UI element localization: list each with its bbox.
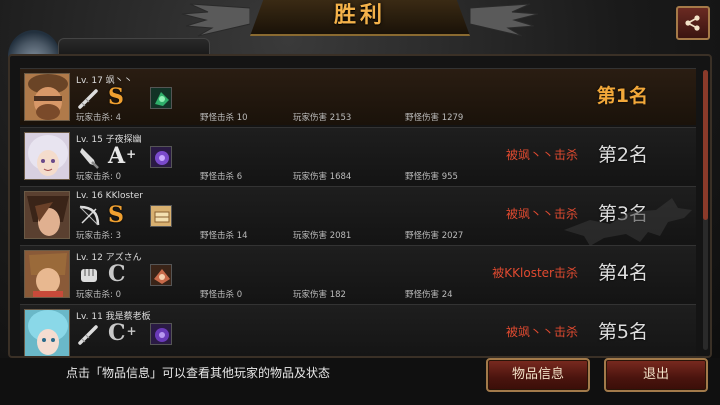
- grade-letter: A: [108, 143, 126, 169]
- exit-button[interactable]: 退出: [604, 358, 708, 392]
- footer-hint: 点击「物品信息」可以查看其他玩家的物品及状态: [66, 366, 331, 380]
- share-button[interactable]: [676, 6, 710, 40]
- performance-grade: C: [108, 260, 138, 288]
- monster-kills: 野怪击杀 6: [200, 172, 243, 182]
- performance-grade: S: [108, 83, 138, 111]
- player-damage: 玩家伤害 2153: [293, 113, 352, 123]
- rank-label: 第5名: [597, 321, 648, 343]
- grade-plus: +: [126, 147, 137, 161]
- club-icon: [78, 89, 98, 109]
- rank-label: 第2名: [597, 144, 648, 166]
- performance-grade: A+: [108, 142, 138, 170]
- monster-kills: 野怪击杀 14: [200, 231, 248, 241]
- player-kills: 玩家击杀: 0: [76, 172, 121, 182]
- victory-title: 胜利: [333, 3, 386, 28]
- grade-letter: S: [108, 84, 124, 110]
- right-wing-ornament: [470, 3, 539, 37]
- player-avatar: [24, 250, 70, 298]
- grade-plus: +: [126, 324, 137, 338]
- player-level-name: Lv. 16 KKloster: [76, 191, 143, 201]
- killed-by-text: 被飒丶丶击杀: [505, 148, 578, 162]
- player-kills: 玩家击杀: 0: [76, 290, 121, 300]
- performance-grade: S: [108, 201, 138, 229]
- grade-letter: C: [108, 261, 126, 287]
- monster-damage: 野怪伤害 1279: [405, 113, 464, 123]
- scrollbar-thumb[interactable]: [703, 70, 708, 220]
- player-avatar: [24, 73, 70, 121]
- player-avatar: [24, 191, 70, 239]
- player-kills: 玩家击杀: 4: [76, 113, 121, 123]
- player-damage: 玩家伤害 182: [293, 290, 346, 300]
- item-icon[interactable]: [150, 323, 172, 345]
- wolf-watermark: [564, 198, 692, 246]
- item-icon[interactable]: [150, 205, 172, 227]
- bow-icon: [79, 205, 100, 226]
- fist-icon: [81, 269, 97, 282]
- grade-letter: S: [108, 202, 124, 228]
- left-wing-ornament: [181, 3, 250, 37]
- monster-damage: 野怪伤害 2027: [405, 231, 464, 241]
- monster-damage: 野怪伤害 24: [405, 290, 453, 300]
- monster-damage: 野怪伤害 955: [405, 172, 458, 182]
- player-avatar: [24, 309, 70, 356]
- rank-label: 第1名: [596, 85, 648, 107]
- item-icon[interactable]: [150, 87, 172, 109]
- rank-label: 第4名: [597, 262, 648, 284]
- results-panel: Lv. 17 飒丶丶 S 玩家击杀: 4 野怪击杀 10 玩家伤害 2153 野…: [8, 54, 712, 358]
- scrollbar[interactable]: [703, 70, 708, 350]
- share-icon: [685, 15, 700, 31]
- item-icon[interactable]: [150, 146, 172, 168]
- item-icon[interactable]: [150, 264, 172, 286]
- knife-icon: [80, 148, 99, 169]
- player-row-4[interactable]: Lv. 12 アズさん C 玩家击杀: 0 野怪击杀 0 玩家伤害 182 野怪…: [20, 245, 696, 302]
- killed-by-text: 被KKloster击杀: [492, 266, 578, 280]
- player-damage: 玩家伤害 2081: [293, 231, 352, 241]
- killed-by-text: 被飒丶丶击杀: [505, 325, 578, 339]
- player-row-2[interactable]: Lv. 15 子夜探幽 A+ 玩家击杀: 0 野怪击杀 6 玩家伤害 1684 …: [20, 127, 696, 184]
- player-damage: 玩家伤害 1684: [293, 172, 352, 182]
- performance-grade: C+: [108, 319, 138, 347]
- monster-kills: 野怪击杀 0: [200, 290, 243, 300]
- item-info-button[interactable]: 物品信息: [486, 358, 590, 392]
- monster-kills: 野怪击杀 10: [200, 113, 248, 123]
- player-kills: 玩家击杀: 3: [76, 231, 121, 241]
- club-icon: [78, 325, 98, 345]
- player-row-5[interactable]: Lv. 11 我是蔡老板 C+ 被飒丶丶击杀 第5名: [20, 304, 696, 356]
- grade-letter: C: [108, 320, 126, 346]
- player-row-1[interactable]: Lv. 17 飒丶丶 S 玩家击杀: 4 野怪击杀 10 玩家伤害 2153 野…: [20, 68, 696, 125]
- player-avatar: [24, 132, 70, 180]
